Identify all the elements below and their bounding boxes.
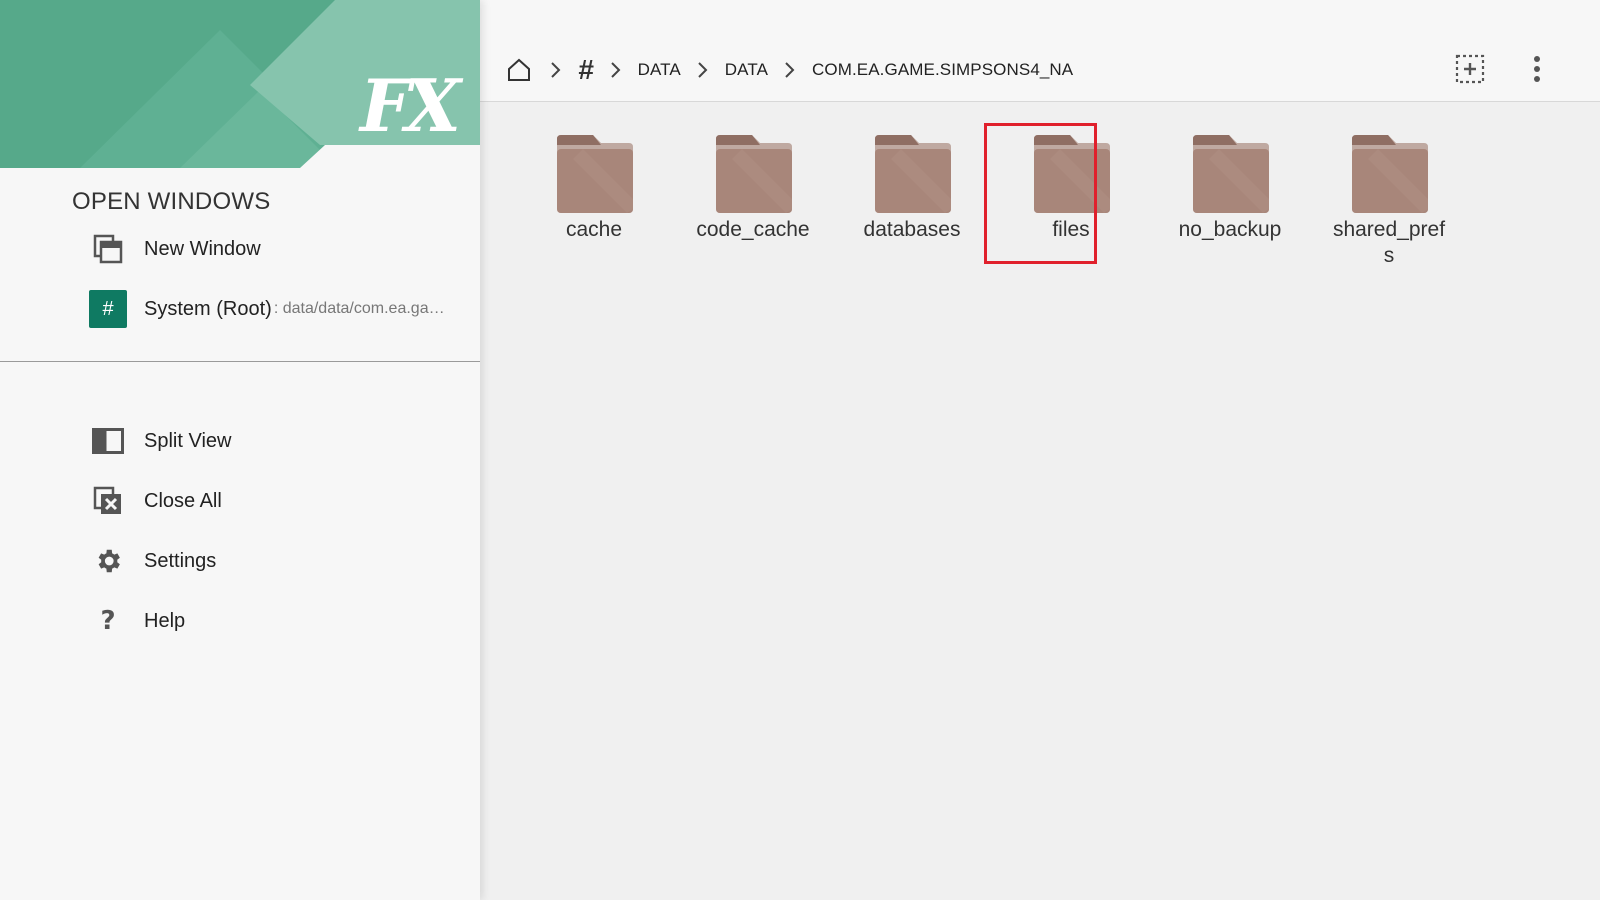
breadcrumb-root[interactable]: #	[578, 54, 594, 86]
open-windows-heading: OPEN WINDOWS	[72, 188, 271, 215]
split-view-label: Split View	[144, 429, 232, 452]
folder-name: no_backup	[1178, 218, 1282, 241]
file-grid: cache code_cache databases files no_back…	[480, 103, 1600, 900]
help-label: Help	[144, 609, 186, 632]
toolbar: # DATA DATA COM.EA.GAME.SIMPSONS4_NA	[480, 0, 1600, 102]
chevron-right-icon	[606, 58, 626, 82]
chevron-right-icon	[780, 58, 800, 82]
chevron-right-icon	[693, 58, 713, 82]
folder-icon	[1193, 135, 1269, 213]
folder-item[interactable]: code_cache	[683, 133, 823, 273]
folder-icon	[1034, 135, 1110, 213]
folder-name: cache	[565, 218, 623, 241]
folder-icon	[716, 135, 792, 213]
settings-item[interactable]: Settings	[88, 537, 468, 585]
more-options-icon[interactable]	[1520, 52, 1554, 86]
folder-item[interactable]: cache	[524, 133, 664, 273]
new-window-label: New Window	[144, 237, 261, 260]
system-root-label: System (Root)	[144, 297, 272, 320]
folder-item[interactable]: shared_pref s	[1319, 133, 1459, 273]
hash-icon: #	[88, 289, 128, 329]
breadcrumb-item-data-1[interactable]: DATA	[638, 60, 681, 80]
folder-name: files	[1052, 218, 1090, 241]
navigation-drawer: FX OPEN WINDOWS New Window # System (Roo…	[0, 0, 480, 900]
split-view-item[interactable]: Split View	[88, 417, 468, 465]
breadcrumb-item-package[interactable]: COM.EA.GAME.SIMPSONS4_NA	[812, 60, 1073, 80]
new-window-item[interactable]: New Window	[88, 225, 468, 273]
breadcrumb-item-data-2[interactable]: DATA	[725, 60, 768, 80]
new-window-icon	[88, 229, 128, 269]
home-icon[interactable]	[504, 55, 534, 85]
fx-logo: FX	[360, 63, 461, 148]
help-icon: ?	[100, 606, 116, 636]
help-item[interactable]: ? Help	[88, 597, 468, 645]
folder-item[interactable]: no_backup	[1160, 133, 1300, 273]
close-all-icon	[88, 481, 128, 521]
folder-item-selected[interactable]: files	[1001, 133, 1141, 273]
settings-label: Settings	[144, 549, 217, 572]
folder-name: shared_pref s	[1332, 218, 1446, 267]
close-all-label: Close All	[144, 489, 222, 512]
system-root-window-item[interactable]: # System (Root) : data/data/com.ea.game.…	[88, 285, 468, 333]
folder-name: code_cache	[696, 218, 810, 241]
gear-icon	[88, 541, 128, 581]
drawer-divider	[0, 361, 480, 362]
split-view-icon	[88, 421, 128, 461]
system-root-path: : data/data/com.ea.game....	[273, 300, 454, 317]
folder-icon	[875, 135, 951, 213]
drawer-banner: FX	[0, 0, 480, 168]
root-badge: #	[89, 290, 127, 328]
breadcrumb: # DATA DATA COM.EA.GAME.SIMPSONS4_NA	[504, 50, 1073, 90]
select-icon[interactable]	[1453, 52, 1487, 86]
folder-item[interactable]: databases	[842, 133, 982, 273]
folder-icon	[557, 135, 633, 213]
folder-icon	[1352, 135, 1428, 213]
folder-name: databases	[863, 218, 961, 241]
chevron-right-icon	[546, 58, 566, 82]
close-all-item[interactable]: Close All	[88, 477, 468, 525]
